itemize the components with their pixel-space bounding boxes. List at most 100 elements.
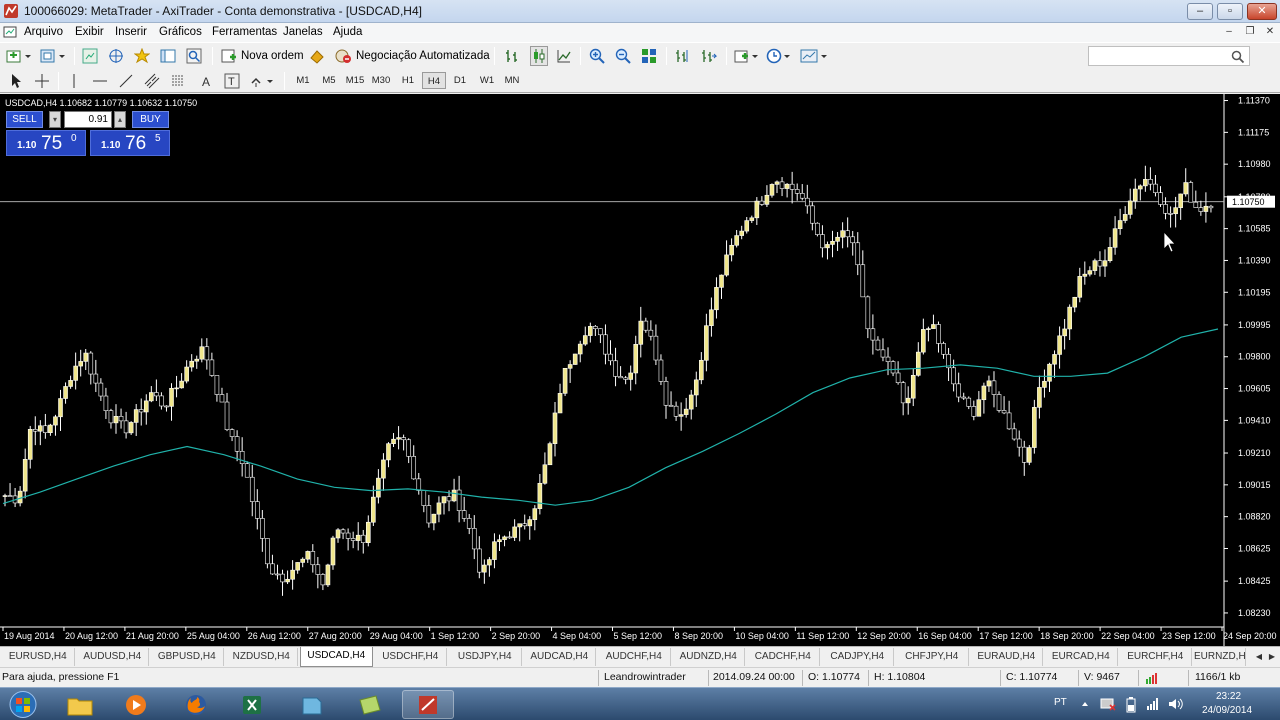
horizontal-line-button[interactable] — [92, 71, 108, 91]
zoom-out-button[interactable] — [615, 46, 631, 66]
tab-chfjpy-h4[interactable]: CHFJPY,H4 — [896, 648, 969, 666]
bar-chart-button[interactable] — [504, 46, 520, 66]
tab-eurnzd-h[interactable]: EURNZD,H — [1194, 648, 1246, 666]
lot-decrease-icon[interactable]: ▾ — [49, 111, 61, 128]
sell-price-box[interactable]: 1.10 75 0 — [6, 130, 86, 156]
child-restore-icon[interactable]: ❐ — [1242, 25, 1258, 39]
tab-usdcad-h4[interactable]: USDCAD,H4 — [300, 647, 373, 667]
menu-janelas[interactable]: Janelas — [280, 25, 326, 39]
tab-cadchf-h4[interactable]: CADCHF,H4 — [747, 648, 820, 666]
menu-inserir[interactable]: Inserir — [112, 25, 150, 39]
timeframe-w1[interactable]: W1 — [476, 72, 498, 89]
candlestick-chart-button[interactable] — [530, 46, 548, 66]
tray-signal-icon[interactable] — [1146, 697, 1160, 711]
crosshair-button[interactable] — [34, 71, 50, 91]
tray-network-icon[interactable] — [1100, 697, 1116, 711]
tab-eurchf-h4[interactable]: EURCHF,H4 — [1120, 648, 1192, 666]
tray-arrow-icon[interactable] — [1080, 698, 1090, 710]
menu-graficos[interactable]: Gráficos — [156, 25, 205, 39]
arrows-button[interactable] — [250, 71, 276, 91]
tab-cadjpy-h4[interactable]: CADJPY,H4 — [822, 648, 894, 666]
menu-ajuda[interactable]: Ajuda — [330, 25, 365, 39]
taskbar-metatrader[interactable] — [402, 690, 454, 719]
candlestick-chart[interactable]: 1.113701.111751.109801.107801.105851.103… — [0, 94, 1280, 646]
tab-scroll-left-icon[interactable]: ◀ — [1253, 650, 1265, 664]
data-window-button[interactable] — [108, 46, 124, 66]
tab-audchf-h4[interactable]: AUDCHF,H4 — [598, 648, 671, 666]
timeframe-d1[interactable]: D1 — [449, 72, 471, 89]
tab-audcad-h4[interactable]: AUDCAD,H4 — [524, 648, 596, 666]
tray-clock-date[interactable]: 24/09/2014 — [1202, 705, 1252, 716]
tab-scroll-right-icon[interactable]: ▶ — [1266, 650, 1278, 664]
taskbar-explorer[interactable] — [54, 690, 106, 719]
tab-audnzd-h4[interactable]: AUDNZD,H4 — [673, 648, 745, 666]
price-chart[interactable]: 1.113701.111751.109801.107801.105851.103… — [0, 94, 1280, 646]
close-button[interactable]: ✕ — [1247, 3, 1277, 20]
lot-size-input[interactable]: 0.91 — [64, 111, 112, 128]
navigator-button[interactable] — [134, 46, 150, 66]
strategy-tester-button[interactable] — [186, 46, 202, 66]
tab-eurcad-h4[interactable]: EURCAD,H4 — [1045, 648, 1118, 666]
fibonacci-button[interactable] — [170, 71, 186, 91]
menu-exibir[interactable]: Exibir — [72, 25, 107, 39]
tab-nzdusd-h4[interactable]: NZDUSD,H4 — [226, 648, 298, 666]
buy-price-box[interactable]: 1.10 76 5 — [90, 130, 170, 156]
tray-volume-icon[interactable] — [1168, 697, 1184, 711]
timeframe-h1[interactable]: H1 — [397, 72, 419, 89]
status-profile[interactable]: Leandrowintrader — [604, 671, 686, 683]
tab-gbpusd-h4[interactable]: GBPUSD,H4 — [151, 648, 224, 666]
trendline-button[interactable] — [118, 71, 134, 91]
timeframe-m30[interactable]: M30 — [369, 72, 393, 89]
autotrading-button[interactable]: Negociação Automatizada — [334, 46, 490, 66]
indicators-button[interactable] — [734, 46, 760, 66]
terminal-button[interactable] — [160, 46, 176, 66]
tray-battery-icon[interactable] — [1125, 697, 1137, 713]
line-chart-button[interactable] — [556, 46, 572, 66]
periods-button[interactable] — [766, 46, 792, 66]
chart-window-icon[interactable] — [3, 25, 17, 39]
meta-editor-button[interactable] — [309, 46, 325, 66]
equidistant-channel-button[interactable] — [144, 71, 160, 91]
timeframe-mn[interactable]: MN — [501, 72, 523, 89]
profiles-button[interactable] — [40, 46, 66, 66]
cursor-button[interactable] — [8, 71, 24, 91]
search-input[interactable] — [1088, 46, 1250, 66]
chart-shift-button[interactable] — [675, 46, 691, 66]
zoom-in-button[interactable] — [589, 46, 605, 66]
new-order-button[interactable]: Nova ordem — [221, 46, 304, 66]
autoscroll-button[interactable] — [701, 46, 717, 66]
maximize-button[interactable]: ▫ — [1217, 3, 1243, 20]
market-watch-button[interactable] — [82, 46, 98, 66]
windows-start-icon[interactable] — [4, 690, 42, 719]
text-label-button[interactable]: T — [224, 71, 240, 91]
child-minimize-icon[interactable]: – — [1221, 25, 1237, 39]
new-chart-button[interactable] — [6, 46, 32, 66]
text-tool-button[interactable]: A — [198, 71, 214, 91]
tab-euraud-h4[interactable]: EURAUD,H4 — [971, 648, 1043, 666]
timeframe-m1[interactable]: M1 — [292, 72, 314, 89]
tile-windows-button[interactable] — [641, 46, 657, 66]
taskbar-firefox[interactable] — [170, 690, 222, 719]
taskbar-media-player[interactable] — [110, 690, 162, 719]
timeframe-m5[interactable]: M5 — [318, 72, 340, 89]
templates-button[interactable] — [800, 46, 830, 66]
timeframe-m15[interactable]: M15 — [343, 72, 367, 89]
tab-usdjpy-h4[interactable]: USDJPY,H4 — [449, 648, 522, 666]
lot-increase-icon[interactable]: ▴ — [114, 111, 126, 128]
child-close-icon[interactable]: ✕ — [1262, 25, 1278, 39]
menu-arquivo[interactable]: Arquivo — [21, 25, 66, 39]
tab-eurusd-h4[interactable]: EURUSD,H4 — [2, 648, 75, 666]
minimize-button[interactable]: – — [1187, 3, 1213, 20]
sell-button[interactable]: SELL — [6, 111, 43, 128]
tab-usdchf-h4[interactable]: USDCHF,H4 — [375, 648, 447, 666]
menu-ferramentas[interactable]: Ferramentas — [209, 25, 280, 39]
tray-clock-time[interactable]: 23:22 — [1216, 691, 1241, 702]
taskbar-app-blue[interactable] — [286, 690, 338, 719]
taskbar-excel[interactable] — [226, 690, 278, 719]
taskbar-app-notes[interactable] — [344, 690, 396, 719]
tray-language[interactable]: PT — [1054, 697, 1067, 708]
timeframe-h4[interactable]: H4 — [422, 72, 446, 89]
vertical-line-button[interactable] — [66, 71, 82, 91]
buy-button[interactable]: BUY — [132, 111, 169, 128]
tab-audusd-h4[interactable]: AUDUSD,H4 — [77, 648, 149, 666]
